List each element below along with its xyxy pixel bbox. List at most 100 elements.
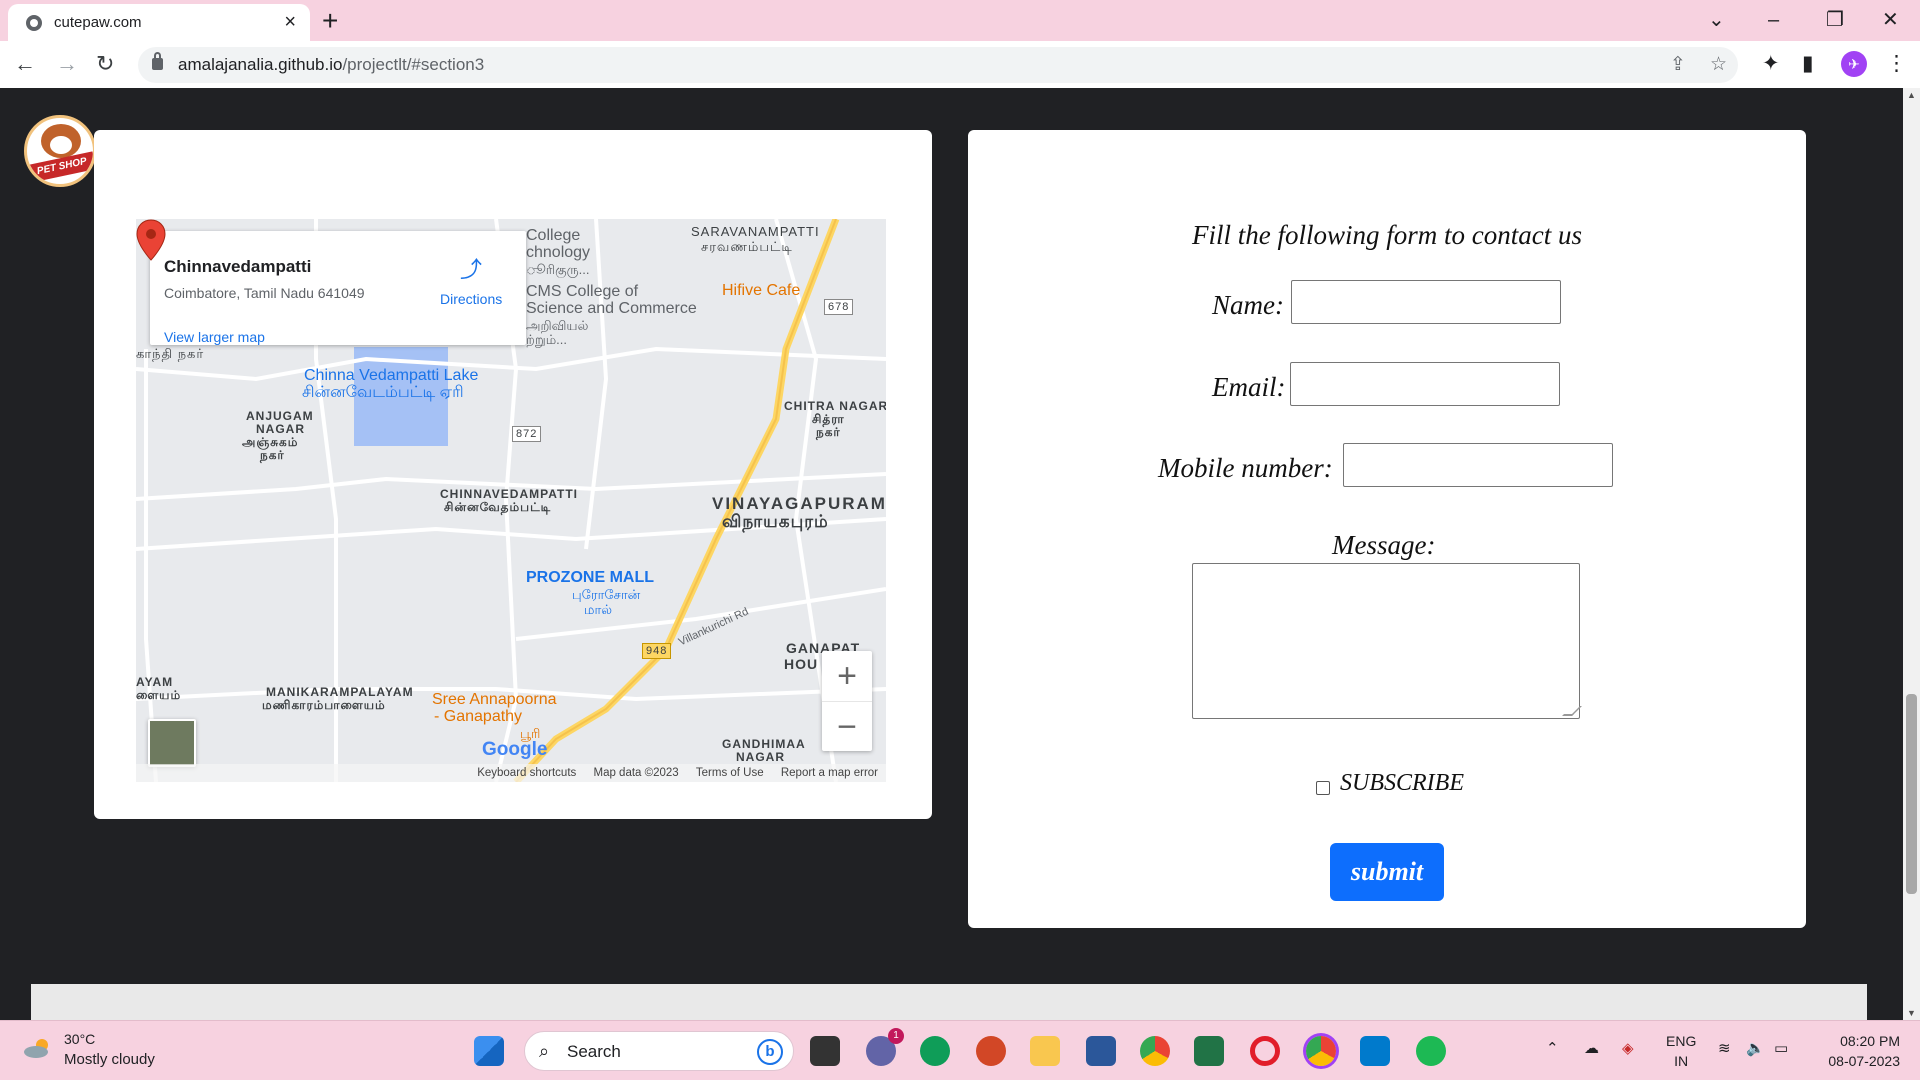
new-tab-button[interactable]: + (322, 6, 338, 36)
url-text[interactable]: amalajanalia.github.io/projectlt/#sectio… (178, 55, 484, 75)
chrome-profile-icon[interactable] (1306, 1036, 1336, 1066)
weather-temperature[interactable]: 30°C (64, 1031, 95, 1047)
directions-link[interactable]: Directions (440, 291, 502, 307)
browser-tab[interactable]: cutepaw.com × (8, 4, 310, 41)
extensions-icon[interactable]: ✦ (1762, 50, 1780, 78)
address-bar[interactable]: amalajanalia.github.io/projectlt/#sectio… (138, 47, 1738, 83)
tab-title: cutepaw.com (54, 14, 142, 31)
taskbar-search[interactable]: ⌕ Search b (524, 1031, 794, 1071)
mobile-label: Mobile number: (1158, 453, 1333, 483)
tab-search-chevron-icon[interactable]: ⌄ (1708, 6, 1725, 34)
terms-link[interactable]: Terms of Use (696, 767, 764, 779)
map-label-mall: மால் (584, 602, 613, 617)
profile-avatar[interactable]: ✈ (1841, 51, 1867, 77)
map-label-area: காந்தி நகர் (136, 346, 205, 361)
map-label-lake: Chinna Vedampatti Lake (304, 367, 479, 384)
page-scrollbar[interactable]: ▲ ▼ (1903, 88, 1920, 1020)
map-label-area: HOU (784, 656, 819, 672)
share-icon[interactable]: ⇪ (1670, 53, 1686, 76)
map-label-area: GANDHIMAA (722, 737, 806, 751)
place-address: Coimbatore, Tamil Nadu 641049 (164, 285, 365, 301)
system-clock[interactable]: 08:20 PM 08-07-2023 (1820, 1031, 1900, 1071)
map-zoom-control: + − (822, 651, 872, 751)
directions-icon[interactable]: ⤴ (460, 259, 482, 281)
map-label-area: SARAVANAMPATTI (691, 224, 820, 239)
volume-icon[interactable]: 🔈 (1746, 1039, 1765, 1057)
subscribe-checkbox[interactable] (1316, 781, 1330, 795)
spotify-icon[interactable] (1416, 1036, 1446, 1066)
zoom-in-button[interactable]: + (822, 651, 872, 701)
report-error-link[interactable]: Report a map error (781, 767, 878, 779)
menu-kebab-icon[interactable]: ⋮ (1886, 50, 1907, 78)
road-marker: 948 (642, 643, 672, 659)
restore-button[interactable]: ❐ (1826, 6, 1844, 34)
windows-taskbar: 30°C Mostly cloudy ⌕ Search b 1 ⌃ ☁ ◈ EN… (0, 1020, 1920, 1080)
name-label: Name: (1212, 290, 1284, 320)
file-explorer-icon[interactable] (1030, 1036, 1060, 1066)
windows-start-icon[interactable] (474, 1036, 504, 1066)
mcafee-icon[interactable]: ◈ (1622, 1039, 1634, 1057)
contact-form-card: Fill the following form to contact us Na… (968, 130, 1806, 928)
chrome-icon[interactable] (1140, 1036, 1170, 1066)
map-label-area: ANJUGAM (246, 409, 314, 423)
edge-icon[interactable] (920, 1036, 950, 1066)
scroll-down-icon[interactable]: ▼ (1907, 1008, 1916, 1018)
close-window-button[interactable]: ✕ (1882, 6, 1899, 34)
battery-icon[interactable]: ▭ (1774, 1039, 1788, 1057)
message-textarea[interactable] (1192, 563, 1580, 719)
keyboard-shortcuts-link[interactable]: Keyboard shortcuts (477, 767, 576, 779)
map-label-college: chnology (526, 244, 591, 261)
map-label-area: NAGAR (736, 750, 785, 764)
email-input[interactable] (1290, 362, 1560, 406)
excel-icon[interactable] (1194, 1036, 1224, 1066)
map-label-area: அஞ்சுகம் (242, 435, 299, 449)
bing-icon[interactable]: b (757, 1039, 783, 1065)
name-input[interactable] (1291, 280, 1561, 324)
reload-icon[interactable]: ↻ (96, 50, 114, 78)
google-map[interactable]: College chnology ூரிகுரு... CMS College … (136, 219, 886, 782)
google-logo: Google (482, 739, 548, 760)
language-indicator[interactable]: ENG IN (1666, 1031, 1696, 1071)
view-larger-map-link[interactable]: View larger map (164, 329, 265, 345)
submit-button[interactable]: submit (1330, 843, 1444, 901)
vscode-icon[interactable] (1360, 1036, 1390, 1066)
opera-icon[interactable] (1250, 1036, 1280, 1066)
map-label-college: ூரிகுரு... (526, 262, 590, 277)
road-marker: 872 (512, 426, 542, 442)
map-pin-icon[interactable] (136, 219, 166, 261)
side-panel-icon[interactable]: ▮ (1802, 50, 1814, 78)
map-label-area: ளையம் (136, 688, 182, 702)
bookmark-star-icon[interactable]: ☆ (1710, 53, 1727, 76)
satellite-toggle-button[interactable] (148, 719, 196, 767)
browser-toolbar: ← → ↻ amalajanalia.github.io/projectlt/#… (0, 41, 1920, 88)
map-label-area: நகர் (260, 448, 285, 462)
tab-strip: cutepaw.com × + ⌄ – ❐ ✕ (0, 0, 1920, 41)
map-label-area: CHITRA NAGAR (784, 399, 886, 413)
onedrive-icon[interactable]: ☁ (1584, 1039, 1599, 1057)
word-icon[interactable] (1086, 1036, 1116, 1066)
back-icon[interactable]: ← (14, 50, 36, 78)
map-attribution: Keyboard shortcuts Map data ©2023 Terms … (136, 764, 886, 782)
map-label-area: NAGAR (256, 422, 305, 436)
map-label-area: சித்ரா (812, 412, 845, 426)
mobile-input[interactable] (1343, 443, 1613, 487)
email-label: Email: (1212, 372, 1286, 402)
clock-time: 08:20 PM (1840, 1033, 1900, 1049)
pet-shop-logo[interactable]: PET SHOP (24, 115, 96, 187)
subscribe-label: SUBSCRIBE (1340, 770, 1464, 796)
show-hidden-icons-chevron[interactable]: ⌃ (1546, 1039, 1559, 1057)
task-view-icon[interactable] (810, 1036, 840, 1066)
close-tab-icon[interactable]: × (284, 10, 296, 34)
clock-date: 08-07-2023 (1828, 1053, 1900, 1069)
zoom-out-button[interactable]: − (822, 701, 872, 751)
map-label-mall: PROZONE MALL (526, 569, 654, 586)
weather-description[interactable]: Mostly cloudy (64, 1051, 155, 1068)
search-icon: ⌕ (539, 1041, 550, 1061)
scrollbar-thumb[interactable] (1906, 694, 1917, 894)
forward-icon[interactable]: → (56, 50, 78, 78)
lock-icon (152, 52, 163, 70)
minimize-button[interactable]: – (1768, 6, 1779, 34)
powerpoint-icon[interactable] (976, 1036, 1006, 1066)
scroll-up-icon[interactable]: ▲ (1907, 90, 1916, 100)
wifi-icon[interactable]: ≋ (1718, 1039, 1731, 1057)
